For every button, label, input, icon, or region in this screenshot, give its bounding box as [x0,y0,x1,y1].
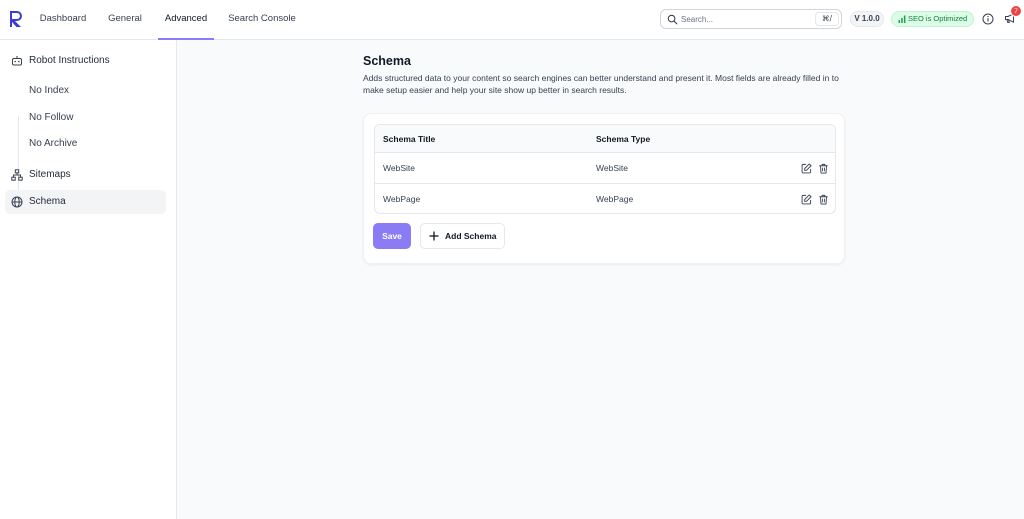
add-schema-label: Add Schema [445,231,497,241]
table-row: WebSite WebSite [375,153,835,184]
sidebar-subitem-no-index[interactable]: No Index [29,83,69,99]
add-schema-button[interactable]: Add Schema [420,223,505,249]
page-description: Adds structured data to your content so … [363,73,839,95]
cell-schema-title: WebSite [383,163,415,173]
edit-icon[interactable] [801,194,812,205]
notification-count-badge: 7 [1010,5,1022,17]
version-badge: V 1.0.0 [850,11,884,27]
schema-table: Schema Title Schema Type WebSite WebSite… [374,124,836,214]
column-header-schema-type: Schema Type [596,134,651,144]
tab-dashboard[interactable]: Dashboard [34,0,92,40]
seo-status-label: SEO is Optimized [908,14,968,23]
sidebar-item-label: Schema [29,196,66,207]
cell-schema-type: WebSite [596,163,628,173]
plus-icon [429,231,439,241]
table-row: WebPage WebPage [375,184,835,213]
globe-icon [11,196,23,208]
sidebar-subitem-no-follow[interactable]: No Follow [29,110,73,126]
top-bar: Dashboard General Advanced Search Consol… [0,0,1024,40]
seo-status-badge: SEO is Optimized [891,11,974,27]
trash-icon[interactable] [818,163,829,174]
cell-schema-type: WebPage [596,194,634,204]
trash-icon[interactable] [818,194,829,205]
tab-general[interactable]: General [102,0,148,40]
signal-icon [898,15,906,23]
sidebar-item-label: Sitemaps [29,169,71,180]
sidebar-item-sitemaps[interactable]: Sitemaps [5,163,166,187]
sidebar-item-robot-instructions[interactable]: Robot Instructions [5,49,166,73]
search-icon [667,14,678,25]
sidebar-subitem-no-archive[interactable]: No Archive [29,136,77,152]
table-header: Schema Title Schema Type [375,125,835,153]
robot-icon [12,56,22,66]
search-box[interactable]: ⌘/ [660,9,842,29]
save-button[interactable]: Save [373,223,411,249]
tab-search-console[interactable]: Search Console [224,0,300,40]
column-header-schema-title: Schema Title [383,134,436,144]
edit-icon[interactable] [801,163,812,174]
sidebar-item-label: Robot Instructions [29,55,110,66]
search-input[interactable] [681,12,801,26]
info-icon[interactable] [982,13,994,25]
schema-card: Schema Title Schema Type WebSite WebSite… [363,113,845,264]
sidebar: Robot Instructions No Index No Follow No… [0,40,177,519]
tab-advanced[interactable]: Advanced [158,0,214,40]
shortcut-hint: ⌘/ [815,12,839,26]
logo[interactable] [8,10,24,28]
sitemap-icon [11,169,23,181]
sidebar-item-schema[interactable]: Schema [5,190,166,214]
page-title: Schema [363,54,411,68]
cell-schema-title: WebPage [383,194,421,204]
